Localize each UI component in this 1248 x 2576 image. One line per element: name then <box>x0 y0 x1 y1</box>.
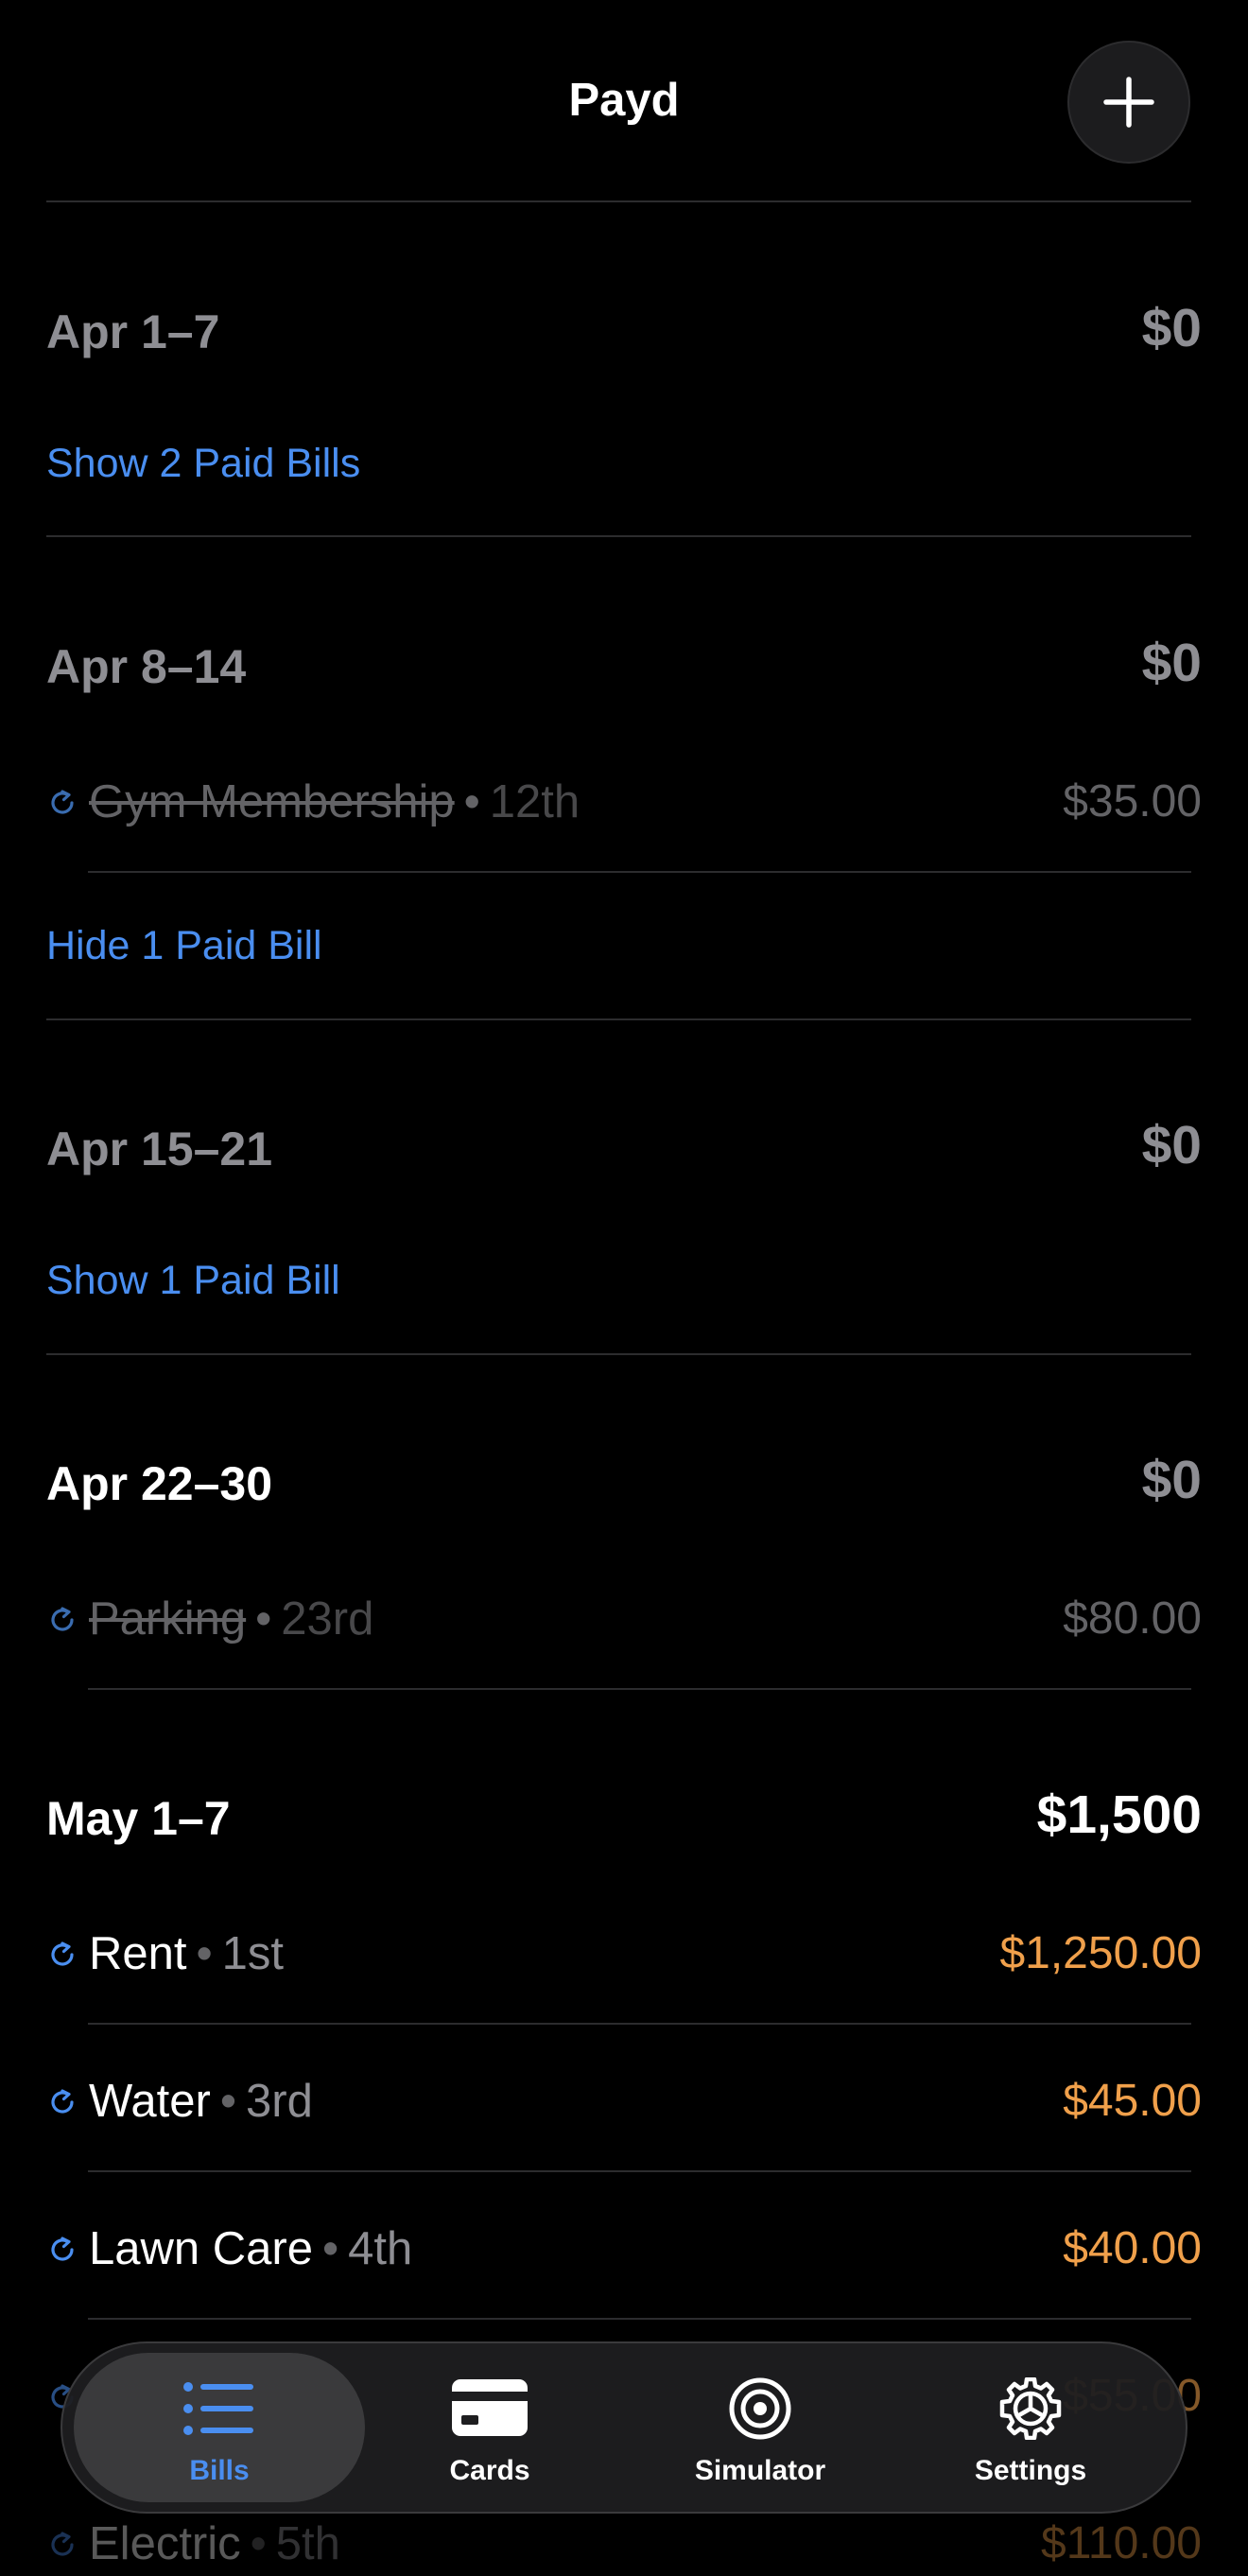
bill-due-date: 23rd <box>281 1593 374 1645</box>
bill-row[interactable]: Parking • 23rd $80.00 <box>46 1593 1202 1649</box>
recurring-icon <box>51 2089 74 2114</box>
tab-settings[interactable]: Settings <box>885 2353 1176 2502</box>
hide-paid-bills-link[interactable]: Hide 1 Paid Bill <box>46 923 322 969</box>
week-label: May 1–7 <box>46 1792 231 1845</box>
week-total: $1,500 <box>1036 1784 1202 1845</box>
divider <box>46 200 1191 202</box>
recurring-icon <box>51 1941 74 1966</box>
tab-label: Settings <box>974 2455 1087 2486</box>
bill-row[interactable]: Water • 3rd $45.00 <box>46 2075 1202 2132</box>
bill-name: Parking <box>89 1593 247 1645</box>
bill-amount: $40.00 <box>1063 2223 1202 2273</box>
gear-icon <box>999 2377 1062 2440</box>
bill-amount: $35.00 <box>1063 776 1202 827</box>
divider <box>88 2318 1191 2320</box>
recurring-icon <box>51 2532 74 2556</box>
app-title: Payd <box>568 75 680 126</box>
bill-amount: $1,250.00 <box>999 1928 1202 1978</box>
week-label: Apr 8–14 <box>46 640 247 693</box>
list-icon <box>183 2382 253 2435</box>
tab-label: Simulator <box>694 2455 826 2486</box>
week-total: $0 <box>1141 1115 1202 1175</box>
week-label: Apr 22–30 <box>46 1457 273 1510</box>
divider <box>46 535 1191 537</box>
recurring-icon <box>51 790 74 814</box>
bill-name: Water <box>89 2076 211 2127</box>
divider <box>46 1018 1191 1020</box>
divider <box>88 2023 1191 2025</box>
bill-name: Electric <box>89 2518 241 2569</box>
recurring-icon <box>51 2237 74 2261</box>
tab-simulator[interactable]: Simulator <box>615 2353 906 2502</box>
week-label: Apr 1–7 <box>46 305 220 358</box>
bill-row[interactable]: Lawn Care • 4th $40.00 <box>46 2222 1202 2279</box>
week-label: Apr 15–21 <box>46 1123 273 1175</box>
tab-bar: Bills Cards Simulator Settings <box>61 2341 1187 2514</box>
bill-amount: $80.00 <box>1063 1593 1202 1644</box>
bill-name: Rent <box>89 1928 187 1979</box>
divider <box>46 1353 1191 1355</box>
week-total: $0 <box>1141 1450 1202 1510</box>
bill-due-date: 12th <box>489 776 581 827</box>
bill-due-date: 3rd <box>246 2076 313 2127</box>
add-bill-button[interactable] <box>1067 41 1190 164</box>
tab-bills[interactable]: Bills <box>74 2353 365 2502</box>
divider <box>88 1688 1191 1690</box>
recurring-icon <box>51 1607 74 1631</box>
plus-icon <box>1103 77 1154 128</box>
card-icon <box>452 2379 528 2436</box>
nav-header: Payd <box>0 0 1248 202</box>
bill-row[interactable]: Gym Membership • 12th $35.00 <box>46 775 1202 832</box>
week-total: $0 <box>1141 298 1202 358</box>
bill-amount: $45.00 <box>1063 2076 1202 2126</box>
bill-row[interactable]: Electric • 5th $110.00 <box>46 2517 1202 2574</box>
week-total: $0 <box>1141 633 1202 693</box>
tab-label: Cards <box>449 2455 530 2486</box>
show-paid-bills-link[interactable]: Show 2 Paid Bills <box>46 441 360 487</box>
target-icon <box>729 2377 791 2440</box>
bill-amount: $110.00 <box>1041 2518 1202 2568</box>
bill-name: Gym Membership <box>89 776 455 827</box>
tab-label: Bills <box>189 2455 250 2486</box>
tab-cards[interactable]: Cards <box>344 2353 635 2502</box>
bill-row[interactable]: Rent • 1st $1,250.00 <box>46 1927 1202 1984</box>
show-paid-bills-link[interactable]: Show 1 Paid Bill <box>46 1258 340 1304</box>
bill-due-date: 5th <box>275 2518 340 2569</box>
bill-due-date: 1st <box>221 1928 285 1979</box>
bill-due-date: 4th <box>348 2223 413 2274</box>
divider <box>88 871 1191 873</box>
bill-name: Lawn Care <box>89 2223 313 2274</box>
divider <box>88 2170 1191 2172</box>
